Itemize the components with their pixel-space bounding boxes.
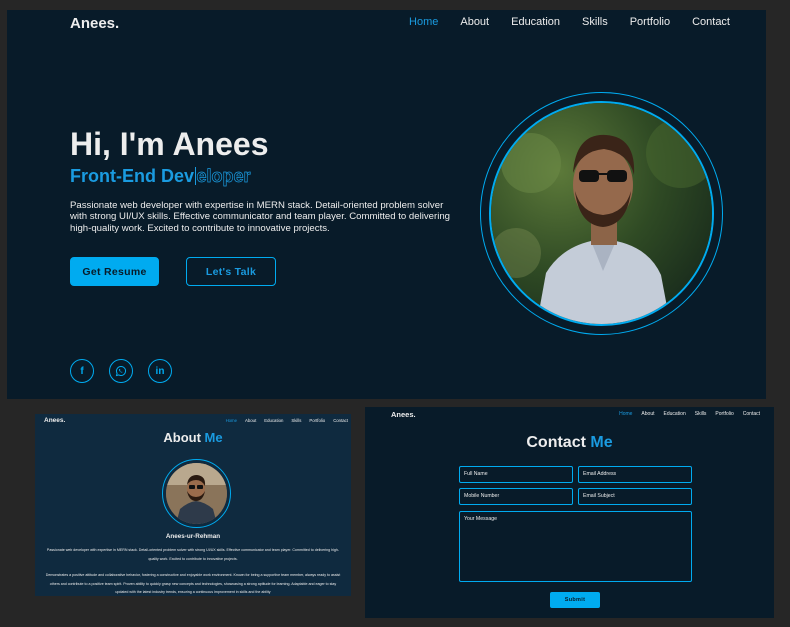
nav-contact[interactable]: Contact (743, 411, 760, 417)
hero-subtitle: Front-End Dev eloper (70, 166, 251, 187)
nav-home[interactable]: Home (226, 418, 237, 423)
contact-nav: Home About Education Skills Portfolio Co… (610, 411, 760, 417)
message-field[interactable]: Your Message (459, 511, 692, 582)
about-section: Anees. Home About Education Skills Portf… (35, 414, 351, 596)
about-title: About Me (35, 430, 351, 445)
lets-talk-button[interactable]: Let's Talk (186, 257, 276, 286)
hero-description: Passionate web developer with expertise … (70, 200, 450, 234)
nav-skills[interactable]: Skills (291, 418, 301, 423)
profile-photo-illustration (491, 103, 712, 324)
nav-home[interactable]: Home (619, 411, 632, 417)
nav-contact[interactable]: Contact (692, 16, 730, 28)
nav-skills[interactable]: Skills (695, 411, 707, 417)
logo[interactable]: Anees. (44, 417, 65, 424)
profile-photo (489, 101, 714, 326)
logo[interactable]: Anees. (391, 410, 416, 419)
nav-about[interactable]: About (245, 418, 256, 423)
whatsapp-icon[interactable] (109, 359, 133, 383)
linkedin-icon[interactable]: in (148, 359, 172, 383)
nav-portfolio[interactable]: Portfolio (309, 418, 325, 423)
nav-contact[interactable]: Contact (333, 418, 348, 423)
contact-title-text: Contact (526, 434, 586, 451)
logo[interactable]: Anees. (70, 15, 119, 32)
about-paragraph-2: Demonstrates a positive attitude and col… (45, 573, 341, 594)
hero-title: Hi, I'm Anees (70, 126, 269, 162)
nav-skills[interactable]: Skills (582, 16, 608, 28)
nav-education[interactable]: Education (511, 16, 560, 28)
home-section: Anees. Home About Education Skills Portf… (7, 10, 766, 399)
about-name: Anees-ur-Rehman (165, 533, 221, 540)
facebook-icon[interactable]: f (70, 359, 94, 383)
about-title-text: About (163, 430, 201, 445)
hero-subtitle-typed: Front-End Dev (70, 166, 194, 186)
submit-button[interactable]: Submit (550, 592, 600, 608)
about-title-accent: Me (204, 430, 223, 445)
nav-portfolio[interactable]: Portfolio (630, 16, 670, 28)
about-photo (166, 463, 227, 524)
about-photo-illustration (166, 463, 227, 524)
nav-portfolio[interactable]: Portfolio (715, 411, 733, 417)
contact-title-accent: Me (590, 434, 613, 451)
nav-home[interactable]: Home (409, 16, 438, 28)
nav-about[interactable]: About (641, 411, 654, 417)
nav-about[interactable]: About (460, 16, 489, 28)
email-field[interactable]: Email Address (578, 466, 692, 483)
get-resume-button[interactable]: Get Resume (70, 257, 159, 286)
contact-title: Contact Me (365, 434, 774, 452)
subject-field[interactable]: Email Subject (578, 488, 692, 505)
main-nav: Home About Education Skills Portfolio Co… (387, 16, 730, 28)
mobile-field[interactable]: Mobile Number (459, 488, 573, 505)
about-nav: Home About Education Skills Portfolio Co… (218, 418, 348, 423)
full-name-field[interactable]: Full Name (459, 466, 573, 483)
about-paragraph-1: Passionate web developer with expertise … (46, 548, 340, 561)
nav-education[interactable]: Education (664, 411, 686, 417)
hero-subtitle-outline: eloper (196, 166, 251, 187)
whatsapp-glyph (115, 365, 127, 377)
nav-education[interactable]: Education (264, 418, 283, 423)
contact-section: Anees. Home About Education Skills Portf… (365, 407, 774, 618)
